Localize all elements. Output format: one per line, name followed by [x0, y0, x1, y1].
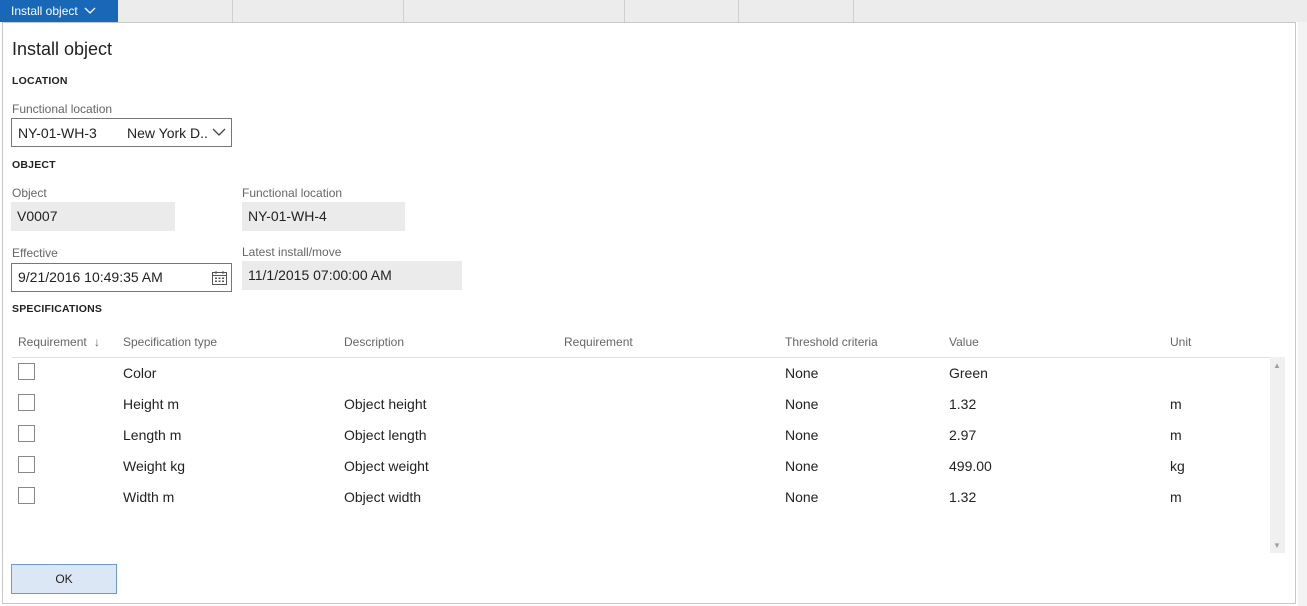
tab-strip-segment — [232, 0, 404, 22]
cell-spec-type: Length m — [123, 427, 182, 443]
cell-description: Object weight — [344, 458, 429, 474]
install-object-dialog: Install object LOCATION Functional locat… — [2, 22, 1296, 604]
effective-date-input[interactable]: 9/21/2016 10:49:35 AM — [11, 263, 232, 292]
table-row[interactable]: Length m Object length None 2.97 m — [12, 419, 1267, 450]
cell-value: 1.32 — [949, 396, 977, 412]
table-row[interactable]: Color None Green — [12, 357, 1267, 388]
tab-strip-segment — [403, 0, 625, 22]
chevron-down-icon[interactable] — [212, 128, 226, 137]
scroll-edge — [1298, 22, 1307, 606]
cell-threshold: None — [785, 396, 819, 412]
requirement-checkbox[interactable] — [18, 363, 35, 380]
column-header-value[interactable]: Value — [949, 335, 979, 349]
sort-descending-icon: ↓ — [94, 335, 101, 349]
cell-threshold: None — [785, 489, 819, 505]
column-header-threshold-criteria[interactable]: Threshold criteria — [785, 335, 878, 349]
ok-button[interactable]: OK — [11, 564, 117, 594]
functional-location-combo[interactable]: NY-01-WH-3 New York D... — [11, 118, 232, 147]
chevron-down-icon — [84, 7, 96, 14]
requirement-checkbox[interactable] — [18, 394, 35, 411]
cell-spec-type: Color — [123, 365, 157, 381]
object-label: Object — [12, 186, 47, 200]
object-section-header: OBJECT — [12, 159, 56, 171]
cell-threshold: None — [785, 427, 819, 443]
latest-install-field: 11/1/2015 07:00:00 AM — [242, 261, 462, 290]
requirement-checkbox[interactable] — [18, 487, 35, 504]
functional-location-name: New York D... — [127, 125, 209, 141]
column-header-description[interactable]: Description — [344, 335, 404, 349]
tab-strip-segment — [738, 0, 854, 22]
table-row[interactable]: Height m Object height None 1.32 m — [12, 388, 1267, 419]
cell-unit: m — [1170, 396, 1182, 412]
location-section-header: LOCATION — [12, 75, 68, 87]
object-functional-location-field: NY-01-WH-4 — [242, 202, 405, 231]
effective-label: Effective — [12, 246, 58, 260]
scroll-down-arrow-icon[interactable]: ▼ — [1273, 541, 1281, 550]
tab-label: Install object — [11, 4, 78, 18]
cell-spec-type: Height m — [123, 396, 180, 412]
column-header-unit[interactable]: Unit — [1170, 335, 1191, 349]
column-header-requirement[interactable]: Requirement — [564, 335, 633, 349]
column-header-requirement-check[interactable]: Requirement ↓ — [18, 335, 100, 349]
cell-description: Object width — [344, 489, 422, 505]
cell-threshold: None — [785, 458, 819, 474]
cell-threshold: None — [785, 365, 819, 381]
cell-value: Green — [949, 365, 988, 381]
cell-unit: m — [1170, 427, 1182, 443]
tab-strip: Install object — [0, 0, 1307, 22]
functional-location-code: NY-01-WH-3 — [18, 125, 97, 141]
table-row[interactable]: Weight kg Object weight None 499.00 kg — [12, 450, 1267, 481]
tab-install-object[interactable]: Install object — [0, 0, 118, 22]
functional-location-label: Functional location — [12, 102, 113, 116]
cell-description: Object length — [344, 427, 427, 443]
column-header-specification-type[interactable]: Specification type — [123, 335, 217, 349]
object-field: V0007 — [11, 202, 175, 231]
cell-value: 2.97 — [949, 427, 977, 443]
cell-value: 1.32 — [949, 489, 977, 505]
calendar-icon[interactable] — [212, 271, 227, 285]
dialog-title: Install object — [12, 39, 113, 59]
specifications-grid-header: Requirement ↓ Specification type Descrip… — [12, 331, 1285, 358]
latest-install-label: Latest install/move — [242, 245, 342, 259]
cell-value: 499.00 — [949, 458, 992, 474]
object-functional-location-label: Functional location — [242, 186, 343, 200]
grid-vertical-scrollbar[interactable]: ▲ ▼ — [1270, 357, 1285, 553]
cell-description: Object height — [344, 396, 427, 412]
requirement-checkbox[interactable] — [18, 456, 35, 473]
table-row[interactable]: Width m Object width None 1.32 m — [12, 481, 1267, 512]
cell-spec-type: Weight kg — [123, 458, 185, 474]
cell-unit: m — [1170, 489, 1182, 505]
cell-unit: kg — [1170, 458, 1185, 474]
requirement-checkbox[interactable] — [18, 425, 35, 442]
specifications-section-header: SPECIFICATIONS — [12, 303, 103, 315]
scroll-up-arrow-icon[interactable]: ▲ — [1273, 361, 1281, 370]
effective-date-value: 9/21/2016 10:49:35 AM — [18, 269, 163, 285]
tab-strip-segment — [624, 0, 739, 22]
cell-spec-type: Width m — [123, 489, 175, 505]
